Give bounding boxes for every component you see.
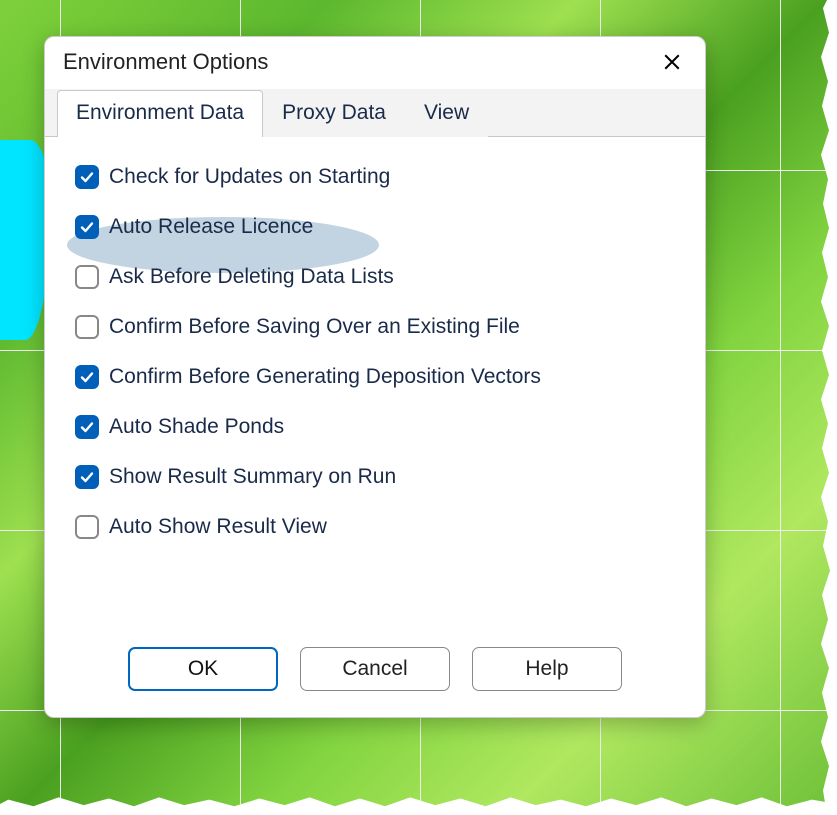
- check-icon: [79, 369, 95, 385]
- button-label: OK: [188, 657, 218, 681]
- tab-proxy-data[interactable]: Proxy Data: [263, 90, 405, 137]
- check-icon: [79, 469, 95, 485]
- close-button[interactable]: [659, 49, 685, 75]
- option-row: Confirm Before Saving Over an Existing F…: [75, 315, 675, 339]
- tab-label: Environment Data: [76, 101, 244, 124]
- check-icon: [79, 419, 95, 435]
- option-row: Check for Updates on Starting: [75, 165, 675, 189]
- option-label: Confirm Before Saving Over an Existing F…: [109, 315, 520, 339]
- tab-label: View: [424, 101, 469, 124]
- option-label: Ask Before Deleting Data Lists: [109, 265, 394, 289]
- checkbox-check-updates[interactable]: [75, 165, 99, 189]
- tab-view[interactable]: View: [405, 90, 488, 137]
- option-label: Auto Release Licence: [109, 215, 313, 239]
- option-label: Confirm Before Generating Deposition Vec…: [109, 365, 541, 389]
- option-label: Check for Updates on Starting: [109, 165, 390, 189]
- cancel-button[interactable]: Cancel: [300, 647, 450, 691]
- option-row: Confirm Before Generating Deposition Vec…: [75, 365, 675, 389]
- option-row: Auto Show Result View: [75, 515, 675, 539]
- checkbox-confirm-before-saving[interactable]: [75, 315, 99, 339]
- background-map: Environment Options Environment Data Pro…: [0, 0, 837, 815]
- dialog-title: Environment Options: [63, 49, 268, 75]
- check-icon: [79, 169, 95, 185]
- checkbox-auto-show-result-view[interactable]: [75, 515, 99, 539]
- dialog-titlebar: Environment Options: [45, 37, 705, 75]
- button-label: Help: [525, 657, 568, 681]
- checkbox-ask-before-deleting[interactable]: [75, 265, 99, 289]
- help-button[interactable]: Help: [472, 647, 622, 691]
- dialog-body: Check for Updates on Starting Auto Relea…: [45, 137, 705, 647]
- option-label: Show Result Summary on Run: [109, 465, 396, 489]
- button-label: Cancel: [342, 657, 407, 681]
- check-icon: [79, 219, 95, 235]
- tab-bar: Environment Data Proxy Data View: [45, 89, 705, 137]
- environment-options-dialog: Environment Options Environment Data Pro…: [44, 36, 706, 718]
- option-label: Auto Shade Ponds: [109, 415, 284, 439]
- option-row: Ask Before Deleting Data Lists: [75, 265, 675, 289]
- checkbox-auto-shade-ponds[interactable]: [75, 415, 99, 439]
- checkbox-confirm-deposition-vectors[interactable]: [75, 365, 99, 389]
- option-row: Auto Release Licence: [75, 215, 675, 239]
- checkbox-auto-release-licence[interactable]: [75, 215, 99, 239]
- tab-environment-data[interactable]: Environment Data: [57, 90, 263, 137]
- close-icon: [663, 53, 681, 71]
- option-row: Show Result Summary on Run: [75, 465, 675, 489]
- ok-button[interactable]: OK: [128, 647, 278, 691]
- tab-label: Proxy Data: [282, 101, 386, 124]
- option-label: Auto Show Result View: [109, 515, 327, 539]
- dialog-footer: OK Cancel Help: [45, 647, 705, 717]
- option-row: Auto Shade Ponds: [75, 415, 675, 439]
- checkbox-show-result-summary[interactable]: [75, 465, 99, 489]
